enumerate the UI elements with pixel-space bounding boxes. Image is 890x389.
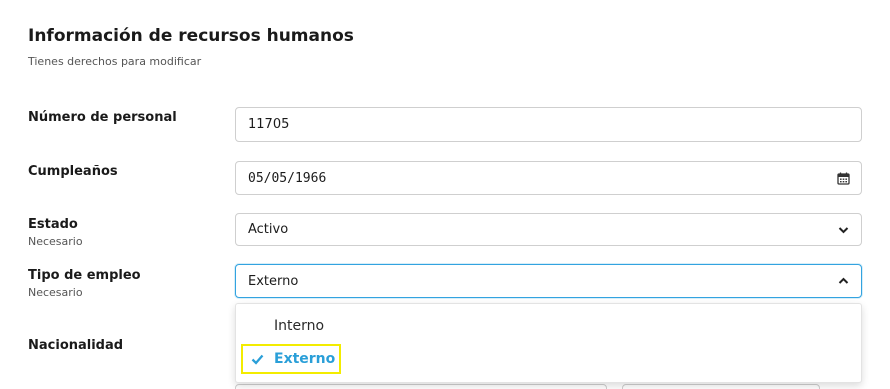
birthday-label: Cumpleaños	[28, 164, 118, 179]
status-select[interactable]: Activo	[235, 213, 862, 246]
personnel-number-label: Número de personal	[28, 110, 177, 125]
section-title: Información de recursos humanos	[28, 26, 354, 46]
status-required-hint: Necesario	[28, 235, 83, 248]
status-label: Estado	[28, 217, 78, 232]
chevron-down-icon	[825, 214, 861, 245]
calendar-icon[interactable]	[825, 162, 861, 194]
option-externo-label: Externo	[274, 351, 336, 367]
status-value: Activo	[248, 222, 289, 237]
nationality-label: Nacionalidad	[28, 338, 124, 353]
next-field-right[interactable]	[622, 384, 820, 389]
chevron-up-icon	[825, 265, 861, 297]
birthday-field[interactable]: 05/05/1966	[235, 161, 862, 195]
section-subtitle: Tienes derechos para modificar	[28, 55, 202, 68]
option-externo[interactable]: Externo	[241, 344, 341, 374]
checkmark-icon	[251, 350, 264, 369]
employment-type-dropdown: Interno Externo	[235, 303, 862, 383]
hr-info-form: Información de recursos humanos Tienes d…	[0, 0, 890, 389]
next-field-left[interactable]	[235, 384, 607, 389]
employment-type-label: Tipo de empleo	[28, 268, 141, 283]
employment-type-required-hint: Necesario	[28, 286, 83, 299]
employment-type-select[interactable]: Externo	[235, 264, 862, 298]
personnel-number-value: 11705	[248, 117, 290, 132]
option-interno[interactable]: Interno	[274, 318, 324, 334]
employment-type-value: Externo	[248, 273, 299, 289]
birthday-value: 05/05/1966	[248, 170, 327, 186]
personnel-number-field[interactable]: 11705	[235, 107, 862, 142]
